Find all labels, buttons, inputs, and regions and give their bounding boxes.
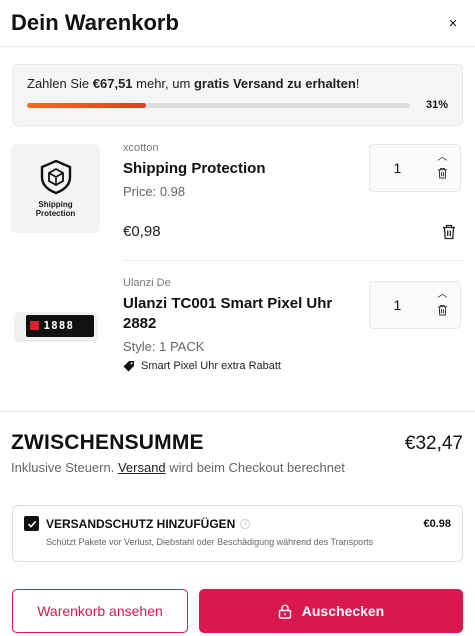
tax-suffix: wird beim Checkout berechnet (165, 460, 345, 475)
quantity-stepper: 1 ︿ (369, 281, 461, 329)
shipping-progress-percent: 31% (425, 99, 448, 111)
shipping-protection-logo: Shipping Protection (28, 159, 84, 218)
item-vendor: xcotton (123, 142, 159, 154)
clock-red-tile (29, 321, 39, 330)
chevron-up-icon[interactable]: ︿ (437, 289, 447, 300)
view-cart-label: Warenkorb ansehen (37, 603, 163, 619)
subtotal-value: €32,47 (404, 433, 463, 454)
item-vendor: Ulanzi De (123, 277, 171, 289)
quantity-value[interactable]: 1 (370, 282, 425, 328)
shipping-text-suffix: ! (355, 76, 360, 91)
shipping-progress-row: 31% (27, 99, 448, 111)
cart-header: Dein Warenkorb × (0, 0, 475, 46)
item-meta: Style: 1 PACK (123, 339, 205, 354)
subtotal-label: ZWISCHENSUMME (11, 431, 204, 454)
checkmark-icon (27, 520, 36, 528)
protection-header: VERSANDSCHUTZ HINZUFÜGEN i €0.98 (24, 516, 451, 531)
item-info: Ulanzi De Ulanzi TC001 Smart Pixel Uhr 2… (123, 277, 353, 372)
cart-title: Dein Warenkorb (11, 10, 179, 35)
cart-item: 1888 Ulanzi De Ulanzi TC001 Smart Pixel … (0, 261, 475, 401)
protection-label: VERSANDSCHUTZ HINZUFÜGEN (46, 516, 236, 531)
thumb-caption: Shipping Protection (35, 200, 76, 218)
cart-item: Shipping Protection xcotton Shipping Pro… (0, 138, 475, 260)
close-icon[interactable]: × (443, 15, 463, 32)
shipping-protection-option[interactable]: VERSANDSCHUTZ HINZUFÜGEN i €0.98 Schützt… (12, 505, 463, 562)
tax-prefix: Inklusive Steuern. (11, 460, 118, 475)
clock-display: 1888 (25, 314, 94, 337)
tax-note: Inklusive Steuern. Versand wird beim Che… (0, 455, 475, 475)
tag-icon (123, 361, 134, 372)
shipping-progress-track (27, 102, 410, 108)
shipping-highlight: gratis Versand zu erhalten (193, 76, 356, 91)
protection-checkbox[interactable] (24, 516, 39, 531)
lock-icon (278, 604, 292, 619)
protection-price: €0.98 (423, 517, 451, 530)
free-shipping-banner: Zahlen Sie €67,51 mehr, um gratis Versan… (12, 64, 463, 126)
pixel-clock-icon: 1888 (14, 311, 97, 340)
shipping-link[interactable]: Versand (118, 460, 166, 475)
quantity-buttons: ︿ (425, 145, 460, 191)
discount-row: Smart Pixel Uhr extra Rabatt (123, 360, 353, 372)
quantity-value[interactable]: 1 (370, 145, 425, 191)
view-cart-button[interactable]: Warenkorb ansehen (12, 589, 188, 633)
header-divider (0, 46, 475, 47)
product-thumbnail[interactable]: 1888 (11, 281, 100, 370)
remove-item-trash-icon[interactable] (442, 224, 456, 245)
item-meta: Price: 0.98 (123, 184, 186, 199)
shipping-text-prefix: Zahlen Sie (27, 76, 93, 91)
discount-label: Smart Pixel Uhr extra Rabatt (141, 360, 281, 372)
item-price: €0,98 (123, 223, 161, 240)
quantity-stepper: 1 ︿ (369, 144, 461, 192)
trash-icon[interactable] (437, 166, 448, 184)
shield-box-icon (40, 159, 71, 195)
item-name[interactable]: Ulanzi TC001 Smart Pixel Uhr 2882 (123, 294, 353, 334)
product-thumbnail[interactable]: Shipping Protection (11, 144, 100, 233)
subtotal-row: ZWISCHENSUMME €32,47 (0, 412, 475, 455)
cart-footer: ZWISCHENSUMME €32,47 Inklusive Steuern. … (0, 411, 475, 636)
clock-digits: 1888 (43, 319, 74, 332)
shipping-text-middle: mehr, um (132, 76, 194, 91)
free-shipping-text: Zahlen Sie €67,51 mehr, um gratis Versan… (27, 76, 448, 91)
checkout-button[interactable]: Auschecken (199, 589, 463, 633)
info-icon[interactable]: i (240, 518, 251, 529)
shipping-progress-fill (27, 102, 146, 108)
chevron-up-icon[interactable]: ︿ (437, 152, 447, 163)
checkout-label: Auschecken (301, 603, 385, 619)
protection-description: Schützt Pakete vor Verlust, Diebstahl od… (46, 537, 374, 547)
item-info: xcotton Shipping Protection Price: 0.98 (123, 142, 353, 199)
quantity-buttons: ︿ (425, 282, 460, 328)
trash-icon[interactable] (437, 303, 448, 321)
cart-actions: Warenkorb ansehen Auschecken (12, 589, 463, 633)
item-name[interactable]: Shipping Protection (123, 159, 353, 179)
shipping-amount: €67,51 (92, 76, 133, 91)
